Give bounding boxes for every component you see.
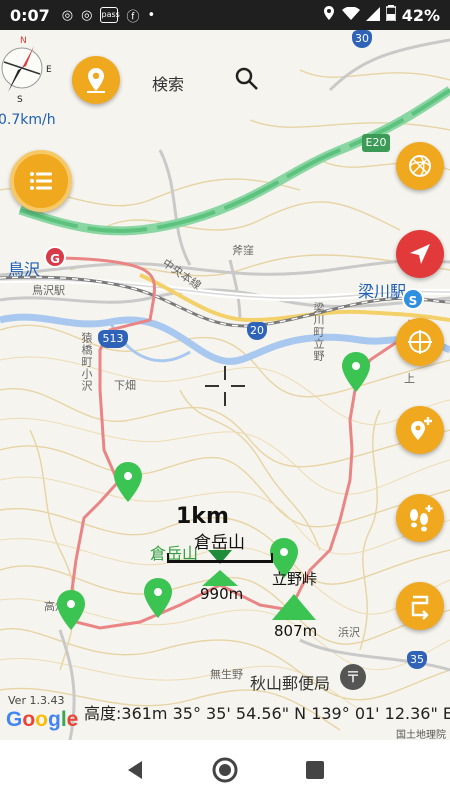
footprints-icon [410,505,433,532]
route-icon [411,595,429,620]
map-label-yanagawa-station: 梁川駅 [358,282,407,301]
target-icon [408,330,432,354]
pass-elev-tateno: 807m [274,622,318,640]
instagram-icon: ◎ [61,7,74,23]
compass-south-label: S [17,95,23,104]
waypoint-pin-icon[interactable] [342,352,370,392]
map-label-torisawa: 鳥沢 [8,260,41,279]
map-view[interactable]: 鳥沢 鳥沢駅 中央本線 斧窪 下畑 猿橋町小沢 梁川町立野 梁川駅 上 倉岳山 … [0,30,450,740]
pass-icon: pass [100,7,120,23]
wifi-icon [341,5,360,25]
signal-icon [365,6,380,25]
search-label[interactable]: 検索 [152,71,184,95]
peak-elev-kuratake: 990m [200,585,244,603]
target-button[interactable] [396,318,444,366]
map-scale-label: 1km [176,504,229,529]
map-label-kamitoshi: 猿橋町小沢 [80,332,93,392]
altitude-coordinates-readout: 高度:361m 35° 35' 54.56" N 139° 01' 12.36"… [84,704,450,723]
add-waypoint-button[interactable] [396,406,444,454]
layers-swirl-icon [409,155,431,177]
pass-name-tateno: 立野峠 [272,570,318,588]
home-icon [212,757,238,783]
map-label-hamazawa: 浜沢 [338,626,360,639]
screen: 0:07 ◎ ◎ pass ⓕ • 42% 鳥沢 鳥沢駅 中央本線 斧窪 下畑 … [0,0,450,800]
list-icon [30,172,52,190]
map-pin-icon [87,68,105,93]
map-label-akiyama-post: 秋山郵便局 [250,674,331,693]
waypoint-pin-icon[interactable] [144,578,172,618]
current-location-button[interactable] [396,230,444,278]
map-label-yanagawa: 梁川町立野 [312,302,325,362]
waypoint-pin-icon[interactable] [114,462,142,502]
place-marker-button[interactable] [72,56,120,104]
crosshair-icon [205,366,245,406]
route-button[interactable] [396,582,444,630]
dot-icon: • [147,7,156,23]
recent-icon [306,761,324,779]
compass-east-label: E [46,65,52,75]
location-icon [322,5,336,25]
add-pin-icon [411,417,432,440]
peak-marker-icon[interactable] [272,594,316,620]
instagram-icon: ◎ [81,7,93,23]
start-marker-icon[interactable]: S [402,288,424,310]
menu-button[interactable] [10,150,72,212]
back-icon [128,761,142,779]
status-time: 0:07 [10,5,50,25]
route-shield-513: 513 [98,330,128,348]
gsi-attribution: 国土地理院 [396,730,446,741]
search-icon[interactable] [234,66,260,92]
expressway-shield-e20: E20 [362,134,390,152]
battery-level: 42% [401,5,440,25]
battery-icon [384,5,397,25]
compass-icon[interactable]: N S E [0,34,60,104]
home-button[interactable] [210,755,240,785]
navigation-arrow-icon [410,244,430,264]
map-label-torisawa-station: 鳥沢駅 [32,284,65,297]
peak-name-kuratake: 倉岳山 [194,533,245,553]
map-label-benkei: 斧窪 [232,244,254,257]
goal-marker-icon[interactable]: G [44,246,66,268]
map-label-muuno: 無生野 [210,668,243,681]
compass-north-label: N [20,36,27,46]
layer-switch-button[interactable] [396,142,444,190]
app-version: Ver 1.3.43 [8,694,65,707]
post-office-icon: 〒 [340,664,366,690]
map-label-ue: 上 [404,372,415,385]
waypoint-pin-icon[interactable] [57,590,85,630]
status-bar: 0:07 ◎ ◎ pass ⓕ • 42% [0,0,450,30]
speed-readout: 0.7km/h [0,112,56,128]
add-track-button[interactable] [396,494,444,542]
recent-apps-button[interactable] [300,755,330,785]
facebook-icon: ⓕ [126,9,140,25]
system-nav-bar [0,740,450,800]
google-logo: Google [6,708,79,731]
map-label-shimohata: 下畑 [114,379,136,392]
map-scale-bar [167,553,273,563]
back-button[interactable] [120,755,150,785]
